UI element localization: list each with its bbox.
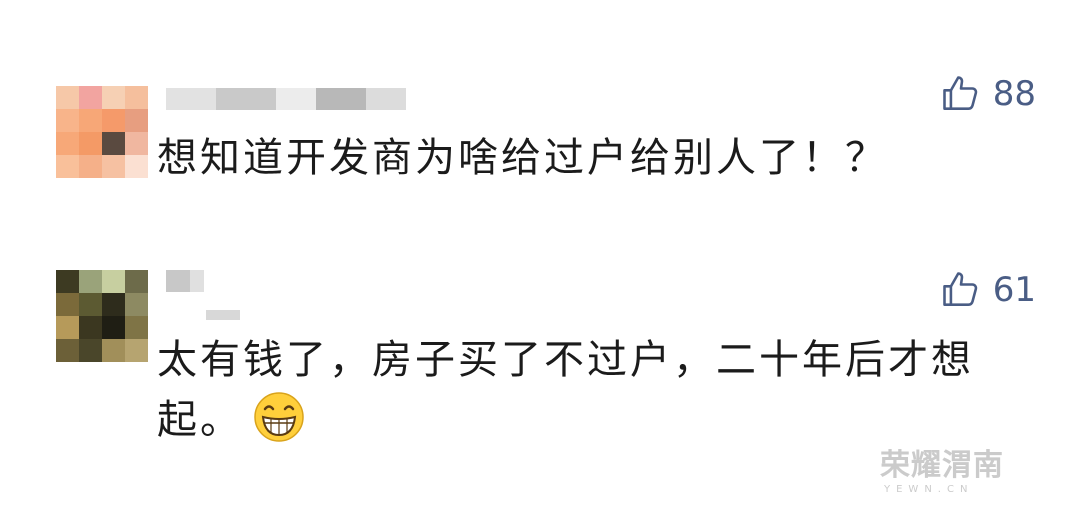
watermark-title: 荣耀渭南 <box>880 448 1004 483</box>
like-count: 61 <box>992 270 1036 310</box>
username[interactable] <box>166 270 204 292</box>
username-tail <box>206 304 240 326</box>
username[interactable] <box>166 88 406 110</box>
like-count: 88 <box>992 74 1036 114</box>
grinning-face-emoji <box>254 392 304 442</box>
avatar[interactable] <box>56 270 148 362</box>
comment-text: 太有钱了，房子买了不过户，二十年后才想起。 <box>157 330 1020 450</box>
watermark-subtitle: YEWN.CN <box>884 484 974 495</box>
like-button[interactable]: 61 <box>939 268 1036 312</box>
comment-text: 想知道开发商为啥给过户给别人了！？ <box>157 135 888 181</box>
like-button[interactable]: 88 <box>939 72 1036 116</box>
thumbs-up-outline-icon <box>942 272 977 306</box>
thumbs-up-outline-icon <box>942 76 977 110</box>
watermark: 荣耀渭南 YEWN.CN <box>880 440 1040 495</box>
avatar[interactable] <box>56 86 148 178</box>
